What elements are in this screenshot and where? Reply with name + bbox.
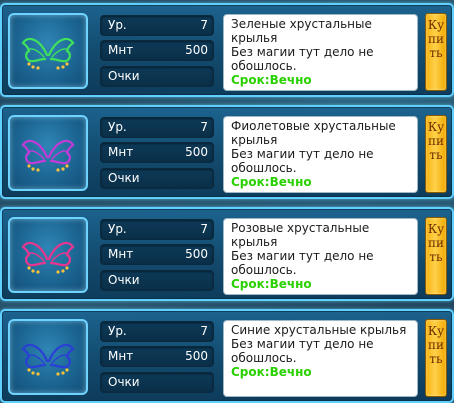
level-label: Ур.: [108, 18, 127, 32]
coins-label: Мнт: [108, 349, 134, 363]
buy-button-label: Купить: [427, 18, 445, 60]
level-label: Ур.: [108, 222, 127, 236]
item-term: Срок:Вечно: [231, 175, 312, 189]
item-description: Без магии тут дело не обошлось.: [231, 45, 374, 73]
level-stat: Ур. 7: [100, 15, 214, 36]
level-value: 7: [200, 120, 208, 134]
buy-button[interactable]: Купить: [425, 319, 447, 397]
item-icon-slot[interactable]: [8, 319, 88, 395]
points-stat: Очки: [100, 270, 214, 291]
coins-stat: Мнт 500: [100, 40, 214, 61]
item-description: Без магии тут дело не обошлось.: [231, 337, 374, 365]
level-stat: Ур. 7: [100, 321, 214, 342]
item-term: Срок:Вечно: [231, 277, 312, 291]
buy-button-label: Купить: [427, 324, 445, 366]
level-value: 7: [200, 222, 208, 236]
shop-item-card: Ур. 7 Мнт 500 Очки Синие хрустальные кры…: [0, 309, 454, 403]
shop-item-card: Ур. 7 Мнт 500 Очки Зеленые хрустальные к…: [0, 3, 454, 97]
item-description-box: Синие хрустальные крылья Без магии тут д…: [223, 320, 418, 397]
level-label: Ур.: [108, 120, 127, 134]
coins-value: 500: [185, 43, 208, 57]
points-label: Очки: [108, 273, 140, 287]
shop-item-card: Ур. 7 Мнт 500 Очки Фиолетовые хрустальны…: [0, 105, 454, 199]
buy-button[interactable]: Купить: [425, 13, 447, 91]
level-label: Ур.: [108, 324, 127, 338]
points-label: Очки: [108, 375, 140, 389]
coins-stat: Мнт 500: [100, 142, 214, 163]
item-term: Срок:Вечно: [231, 365, 312, 379]
buy-button-label: Купить: [427, 120, 445, 162]
item-description-box: Розовые хрустальные крылья Без магии тут…: [223, 218, 418, 295]
item-description: Без магии тут дело не обошлось.: [231, 147, 374, 175]
points-label: Очки: [108, 69, 140, 83]
level-stat: Ур. 7: [100, 117, 214, 138]
points-label: Очки: [108, 171, 140, 185]
item-icon-slot[interactable]: [8, 115, 88, 191]
points-stat: Очки: [100, 168, 214, 189]
buy-button-label: Купить: [427, 222, 445, 264]
buy-button[interactable]: Купить: [425, 115, 447, 193]
points-stat: Очки: [100, 372, 214, 393]
shop-item-card: Ур. 7 Мнт 500 Очки Розовые хрустальные к…: [0, 207, 454, 301]
blue-crystal-wings-icon: [21, 343, 75, 376]
level-value: 7: [200, 324, 208, 338]
coins-value: 500: [185, 349, 208, 363]
item-name: Розовые хрустальные крылья: [231, 221, 370, 249]
coins-label: Мнт: [108, 145, 134, 159]
item-description-box: Зеленые хрустальные крылья Без магии тут…: [223, 14, 418, 91]
item-name: Зеленые хрустальные крылья: [231, 17, 372, 45]
pink-crystal-wings-icon: [21, 241, 75, 274]
item-description: Без магии тут дело не обошлось.: [231, 249, 374, 277]
item-icon-slot[interactable]: [8, 13, 88, 89]
coins-value: 500: [185, 145, 208, 159]
coins-stat: Мнт 500: [100, 346, 214, 367]
item-name: Фиолетовые хрустальные крылья: [231, 119, 396, 147]
purple-crystal-wings-icon: [21, 139, 75, 172]
coins-label: Мнт: [108, 43, 134, 57]
coins-label: Мнт: [108, 247, 134, 261]
item-name: Синие хрустальные крылья: [231, 323, 407, 337]
item-icon-slot[interactable]: [8, 217, 88, 293]
coins-stat: Мнт 500: [100, 244, 214, 265]
points-stat: Очки: [100, 66, 214, 87]
item-term: Срок:Вечно: [231, 73, 312, 87]
level-stat: Ур. 7: [100, 219, 214, 240]
level-value: 7: [200, 18, 208, 32]
coins-value: 500: [185, 247, 208, 261]
item-description-box: Фиолетовые хрустальные крылья Без магии …: [223, 116, 418, 193]
buy-button[interactable]: Купить: [425, 217, 447, 295]
green-crystal-wings-icon: [21, 37, 75, 70]
